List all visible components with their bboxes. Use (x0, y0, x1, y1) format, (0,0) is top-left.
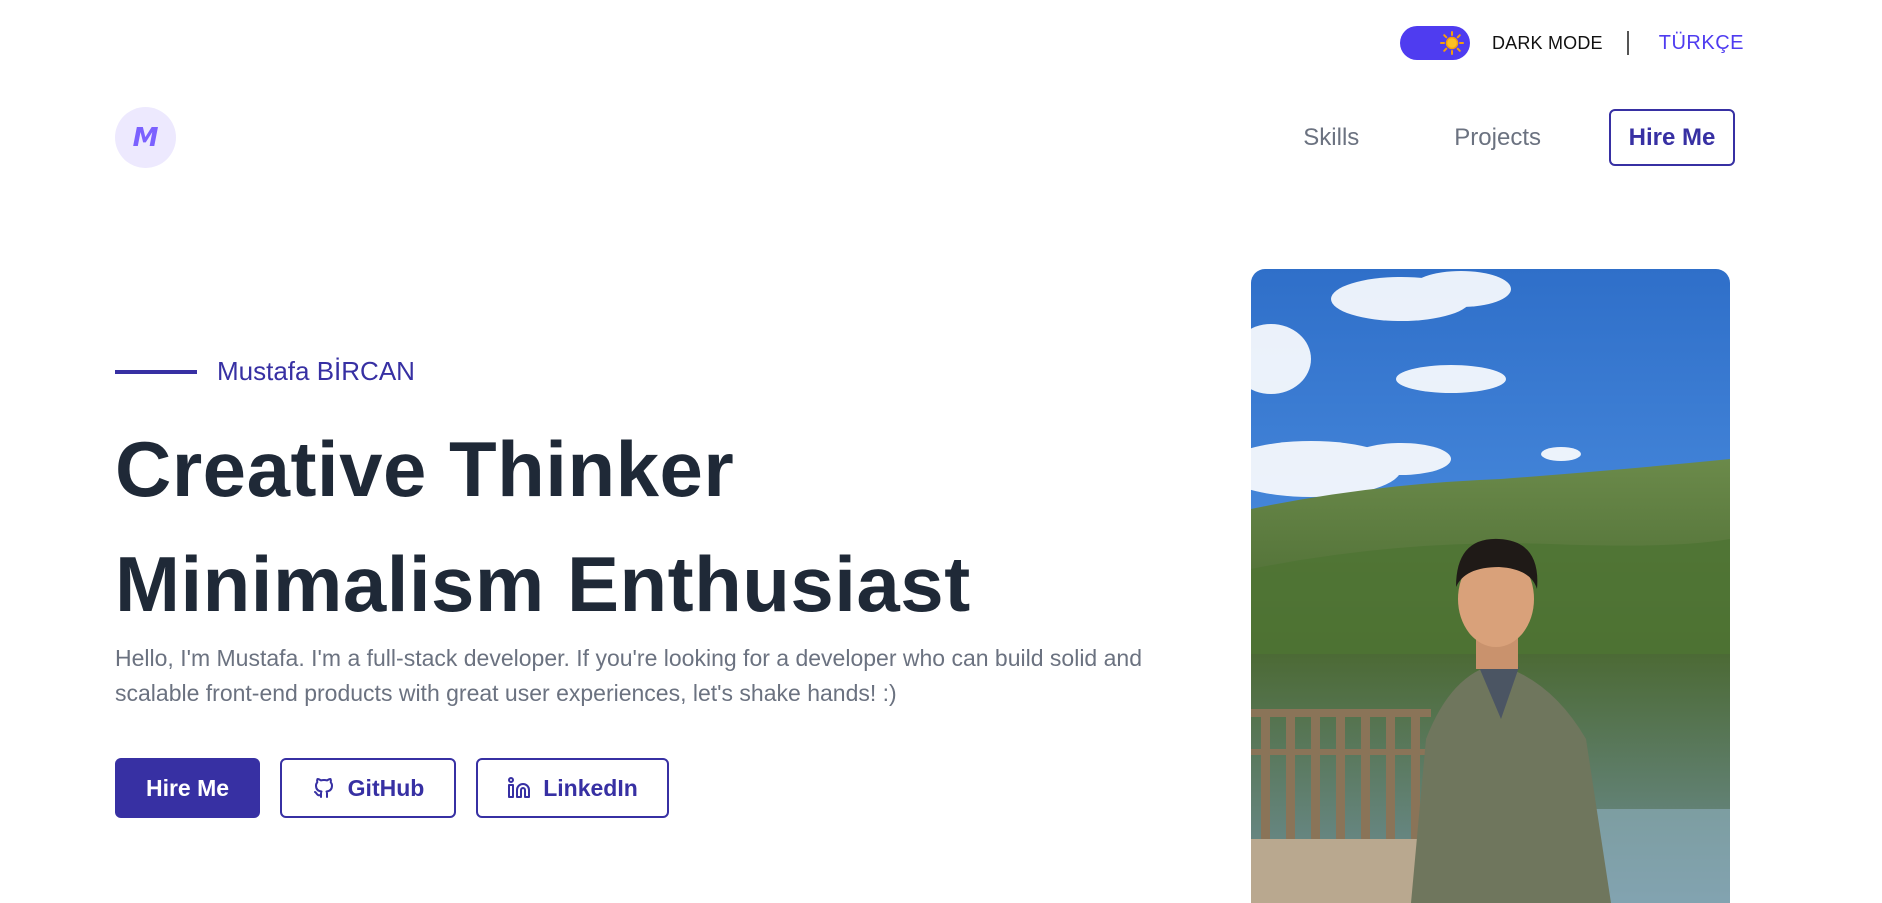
hire-me-label: Hire Me (145, 774, 230, 801)
github-icon (312, 776, 336, 800)
github-label: GitHub (347, 774, 425, 801)
dark-mode-toggle[interactable] (1399, 26, 1470, 60)
dark-mode-label: DARK MODE (1491, 32, 1603, 53)
logo-letter: M (132, 122, 159, 153)
eyebrow-line (115, 369, 197, 374)
hero-name: Mustafa BİRCAN (217, 356, 415, 386)
hero-cta-group: Hire Me GitHub LinkedIn (115, 758, 669, 818)
nav-link-skills[interactable]: Skills (1303, 124, 1359, 152)
intro-line-2: scalable front-end products with great u… (115, 680, 897, 706)
profile-photo (1251, 269, 1730, 903)
headline-line-1: Creative Thinker (115, 425, 735, 513)
hero-intro: Hello, I'm Mustafa. I'm a full-stack dev… (115, 641, 1235, 711)
sun-icon (1439, 31, 1464, 55)
headline-line-2: Minimalism Enthusiast (115, 540, 971, 628)
linkedin-button[interactable]: LinkedIn (476, 758, 669, 818)
language-switch[interactable]: TÜRKÇE (1659, 32, 1744, 55)
hero-headline: Creative Thinker Minimalism Enthusiast (115, 412, 971, 642)
hire-me-button[interactable]: Hire Me (115, 758, 260, 818)
nav-link-projects[interactable]: Projects (1454, 124, 1541, 152)
nav-hire-me-button[interactable]: Hire Me (1609, 109, 1735, 166)
intro-line-1: Hello, I'm Mustafa. I'm a full-stack dev… (115, 645, 1142, 671)
hero-eyebrow: Mustafa BİRCAN (115, 356, 415, 387)
github-button[interactable]: GitHub (280, 758, 456, 818)
linkedin-label: LinkedIn (543, 774, 638, 801)
divider (1626, 31, 1629, 55)
linkedin-icon (507, 776, 531, 800)
logo[interactable]: M (115, 107, 176, 168)
main-nav: Skills Projects Hire Me (1303, 109, 1735, 166)
utility-bar: DARK MODE TÜRKÇE (1399, 26, 1744, 60)
